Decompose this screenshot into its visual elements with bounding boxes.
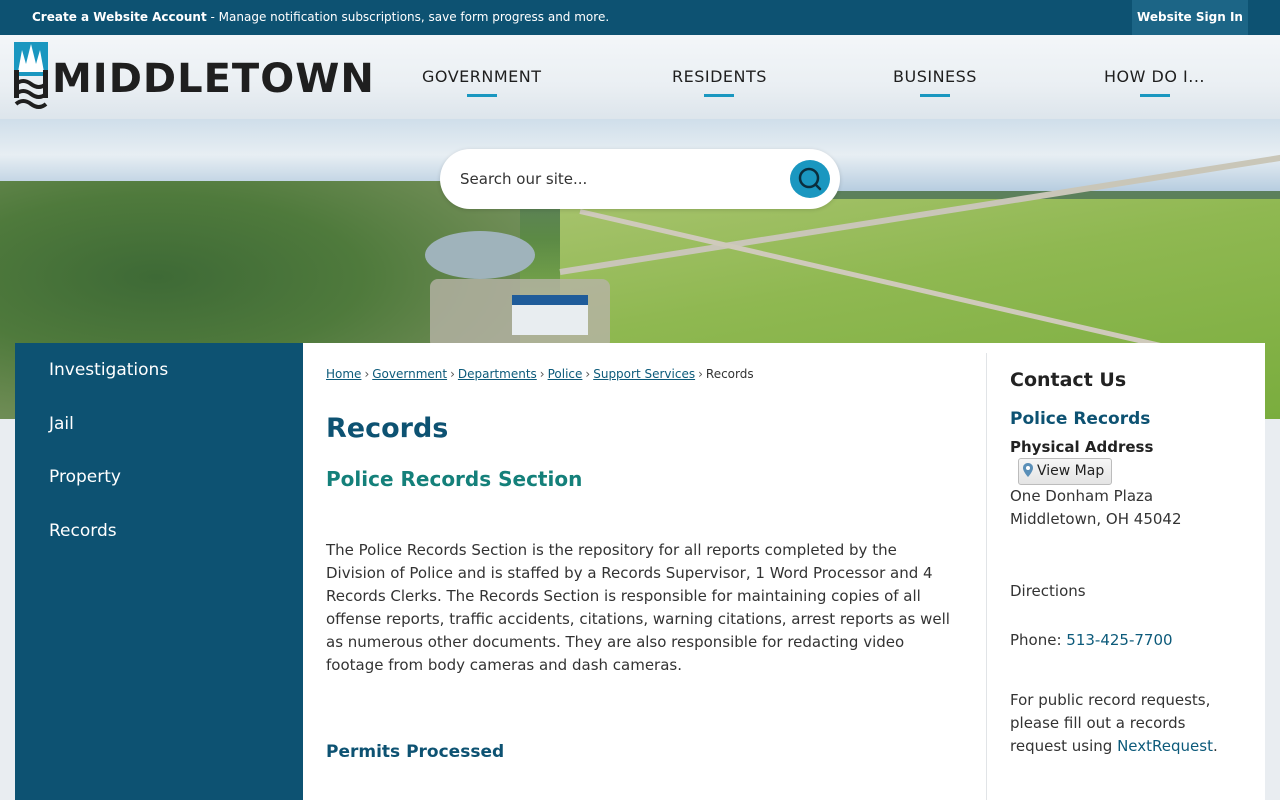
column-divider [986,353,987,800]
nextrequest-link[interactable]: NextRequest [1117,737,1213,755]
section-body: The Police Records Section is the reposi… [326,541,950,674]
account-message: Create a Website Account - Manage notifi… [32,10,609,24]
search-button[interactable] [790,160,830,198]
phone-line: Phone: 513-425-7700 [1010,631,1173,649]
sidebar-item-investigations[interactable]: Investigations [49,360,168,380]
nav-residents[interactable]: RESIDENTS [672,67,767,97]
view-map-label: View Map [1037,463,1105,479]
nav-underline [466,94,497,97]
permits-processed-heading: Permits Processed [326,742,505,762]
address-line-1: One Donham Plaza [1010,487,1154,505]
sidebar-item-records[interactable]: Records [49,521,117,541]
site-logo[interactable]: MIDDLETOWN [14,42,374,112]
view-map-button[interactable]: View Map [1018,458,1113,485]
breadcrumb-support-services[interactable]: Support Services [593,367,695,381]
site-header: MIDDLETOWN GOVERNMENT RESIDENTS BUSINESS… [0,35,1280,119]
hero-lake [425,231,535,279]
phone-label: Phone: [1010,631,1067,649]
account-message-text: - Manage notification subscriptions, sav… [206,10,610,24]
contact-name: Police Records [1010,409,1151,429]
phone-link[interactable]: 513-425-7700 [1066,631,1172,649]
page-title: Records [326,413,449,444]
search-icon [798,167,822,191]
breadcrumb-current: Records [705,367,754,381]
breadcrumb-separator: › [585,367,591,381]
logo-mark-icon [14,42,48,109]
sidebar-item-jail[interactable]: Jail [49,414,74,434]
sidebar-item-property[interactable]: Property [49,467,121,487]
breadcrumb: Home › Government › Departments › Police › Suppo… [326,367,754,381]
utility-bar: Create a Website Account - Manage notifi… [0,0,1280,35]
nav-business[interactable]: BUSINESS [893,67,977,97]
sign-in-button[interactable]: Website Sign In [1132,0,1248,35]
breadcrumb-police[interactable]: Police [548,367,583,381]
breadcrumb-home[interactable]: Home [326,367,361,381]
address-label: Physical Address [1010,438,1154,456]
create-account-link[interactable]: Create a Website Account [32,10,207,24]
map-pin-icon [1023,463,1033,477]
directions-link[interactable]: Directions [1010,582,1086,600]
nav-label: HOW DO I... [1104,67,1206,86]
nav-label: GOVERNMENT [422,67,542,86]
section-title: Police Records Section [326,467,583,491]
breadcrumb-separator: › [364,367,370,381]
search-input[interactable] [460,167,780,191]
breadcrumb-departments[interactable]: Departments [458,367,537,381]
address-line-2: Middletown, OH 45042 [1010,510,1182,528]
nav-label: BUSINESS [893,67,977,86]
nav-how-do-i[interactable]: HOW DO I... [1104,67,1206,97]
hero-hangar [512,295,588,335]
breadcrumb-separator: › [698,367,703,381]
nav-label: RESIDENTS [672,67,767,86]
site-search [440,149,840,209]
logo-text: MIDDLETOWN [52,56,375,102]
breadcrumb-government[interactable]: Government [372,367,447,381]
contact-heading: Contact Us [1010,369,1127,391]
nav-underline [1139,94,1170,97]
records-request-text: For public record requests, please fill … [1010,689,1240,758]
nav-government[interactable]: GOVERNMENT [422,67,542,97]
breadcrumb-separator: › [539,367,545,381]
side-navigation: Investigations Jail Property Records [15,343,303,800]
records-request-end: . [1212,737,1218,755]
nav-underline [919,94,950,97]
breadcrumb-separator: › [450,367,455,381]
nav-underline [704,94,735,97]
main-content: Home › Government › Departments › Police › Suppo… [303,343,1265,800]
